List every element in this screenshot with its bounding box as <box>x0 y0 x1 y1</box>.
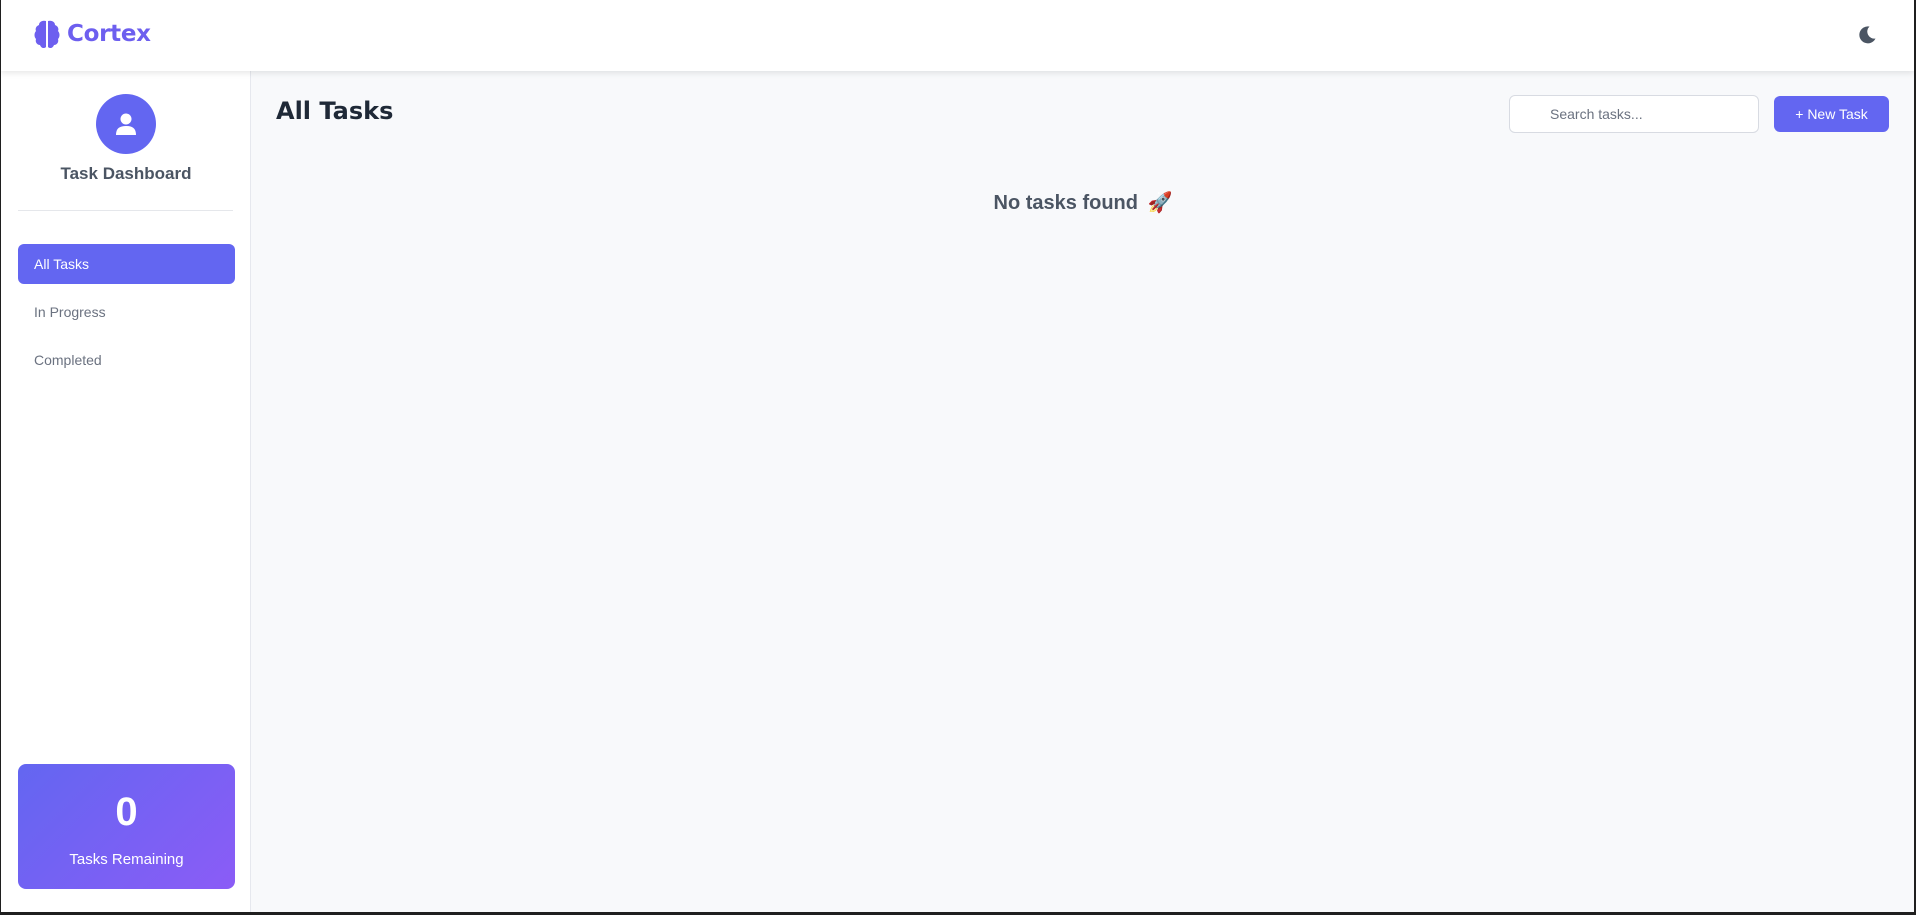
moon-icon <box>1859 26 1876 44</box>
tasks-remaining-count: 0 <box>115 790 138 834</box>
sidebar-item-in-progress[interactable]: In Progress <box>18 292 235 332</box>
new-task-button[interactable]: + New Task <box>1774 96 1889 132</box>
sidebar-item-completed[interactable]: Completed <box>18 340 235 380</box>
user-icon <box>116 113 136 135</box>
empty-state-text: No tasks found <box>993 192 1138 214</box>
theme-toggle-button[interactable] <box>1854 22 1880 48</box>
sidebar-nav: All Tasks In Progress Completed <box>18 244 235 388</box>
empty-state: No tasks found 🚀 <box>252 190 1914 215</box>
brand-name: Cortex <box>67 21 151 47</box>
search-input[interactable] <box>1509 95 1759 133</box>
profile-name: Task Dashboard <box>60 164 192 183</box>
top-bar: Cortex <box>1 0 1914 71</box>
avatar[interactable] <box>96 94 156 154</box>
tasks-remaining-card: 0 Tasks Remaining <box>18 764 235 889</box>
page-title: All Tasks <box>276 97 394 125</box>
rocket-icon: 🚀 <box>1147 192 1173 214</box>
app-window: Cortex Task Dashboard All Tasks In Progr… <box>1 0 1914 912</box>
brain-icon <box>34 20 60 49</box>
sidebar-divider <box>18 210 233 211</box>
sidebar-item-all-tasks[interactable]: All Tasks <box>18 244 235 284</box>
sidebar: Task Dashboard All Tasks In Progress Com… <box>1 71 251 912</box>
tasks-remaining-label: Tasks Remaining <box>69 851 184 868</box>
brand-logo[interactable]: Cortex <box>33 18 151 50</box>
main-content: All Tasks + New Task No tasks found 🚀 <box>252 71 1914 912</box>
